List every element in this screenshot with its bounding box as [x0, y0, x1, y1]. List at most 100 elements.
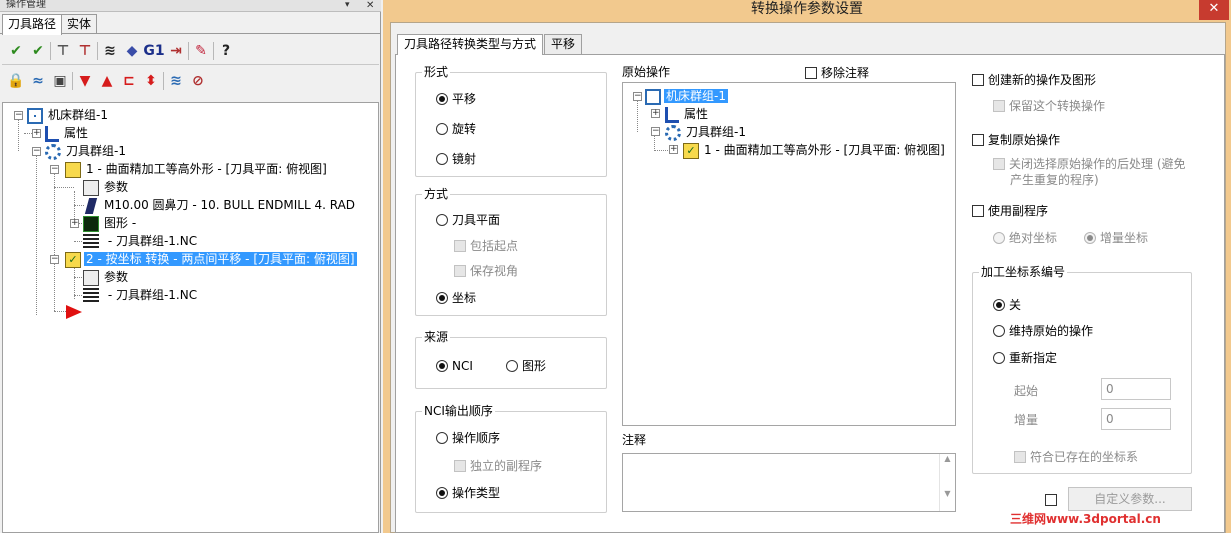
toolbar-divider [2, 64, 379, 65]
selected-operation-icon: ✓ [683, 142, 699, 159]
collapse-toggle[interactable]: − [14, 111, 23, 120]
verify-icon[interactable]: ◆ [122, 40, 142, 62]
radio-absolute[interactable]: 绝对坐标 [993, 229, 1057, 247]
orig-tree-properties[interactable]: 属性 [665, 105, 710, 123]
checkbox-include-start[interactable]: 包括起点 [454, 237, 518, 255]
tab-solids[interactable]: 实体 [61, 14, 98, 34]
checkbox-separate-subprogram[interactable]: 独立的副程序 [454, 457, 542, 475]
original-ops-tree[interactable]: − + − + 机床群组-1 属性 刀具群组-1 ✓ 1 - 曲面精加工等高外形 … [622, 82, 956, 426]
tab-translate[interactable]: 平移 [544, 34, 583, 54]
checkbox-create-new[interactable]: 创建新的操作及图形 [972, 71, 1096, 89]
radio-mirror[interactable]: 镜射 [436, 150, 476, 168]
select-all-icon[interactable]: ✔ [6, 40, 26, 62]
checkbox-use-subprogram[interactable]: 使用副程序 [972, 202, 1048, 220]
wave-icon[interactable]: ≋ [166, 70, 186, 92]
radio-wcs-off[interactable]: 关 [993, 296, 1021, 314]
tree-item-tool[interactable]: M10.00 圆鼻刀 - 10. BULL ENDMILL 4. RAD [83, 196, 357, 214]
radio-wcs-keep[interactable]: 维持原始的操作 [993, 322, 1093, 340]
operations-manager-panel: 操作管理 ▾ ✕ 刀具路径 实体 ✔ ✔ ⊤ ⊤ ≋ ◆ G1 ⇥ ✎? 🔒 ≈ ▣ ▼ ▲ ⊏ ⬍ ≋ ⊘ −… [0, 0, 381, 533]
orig-tree-machine-group[interactable]: 机床群组-1 [645, 87, 728, 105]
tab-toolpaths[interactable]: 刀具路径 [2, 14, 63, 35]
insert-arrow-icon[interactable]: ⬍ [141, 70, 161, 92]
tree-item-toolpath-group[interactable]: 刀具群组-1 [45, 142, 128, 160]
expand-toggle[interactable]: + [70, 219, 79, 228]
radio-tool-plane[interactable]: 刀具平面 [436, 211, 500, 229]
checkbox-box [972, 134, 984, 146]
increment-input[interactable]: 0 [1101, 408, 1171, 430]
radio-translate[interactable]: 平移 [436, 90, 476, 108]
start-input[interactable]: 0 [1101, 378, 1171, 400]
pin-dropdown-icon[interactable]: ▾ [345, 0, 350, 10]
high-speed-icon[interactable]: ⇥ [166, 40, 186, 62]
tree-item-machine-group[interactable]: 机床群组-1 [27, 106, 110, 124]
orig-tree-toolpath-group[interactable]: 刀具群组-1 [665, 123, 748, 141]
tree-item-nc-file[interactable]: - 刀具群组-1.NC [83, 232, 199, 250]
toggle-display-icon[interactable]: ≈ [28, 70, 48, 92]
radio-coordinates[interactable]: 坐标 [436, 289, 476, 307]
post-g1-icon[interactable]: G1 [143, 40, 164, 62]
collapse-toggle[interactable]: − [32, 147, 41, 156]
checkbox-save-view[interactable]: 保存视角 [454, 262, 518, 280]
expand-toggle[interactable]: + [669, 145, 678, 154]
regenerate-icon[interactable]: ✔ [28, 40, 48, 62]
radio-indicator [436, 360, 448, 372]
close-panel-icon[interactable]: ✕ [366, 0, 374, 11]
radio-geometry[interactable]: 图形 [506, 357, 546, 375]
delete-icon[interactable]: ✎ [191, 40, 211, 62]
radio-incremental[interactable]: 增量坐标 [1084, 229, 1148, 247]
checkbox-custom[interactable] [1045, 491, 1061, 509]
toolbar-row-1: ✔ ✔ ⊤ ⊤ ≋ ◆ G1 ⇥ ✎? [6, 40, 236, 62]
toolbar-separator [188, 42, 189, 60]
checkbox-remove-comment[interactable]: 移除注释 [805, 64, 869, 82]
move-up-icon[interactable]: ▲ [97, 70, 117, 92]
expand-toggle[interactable]: + [651, 109, 660, 118]
tree-item-parameters-2[interactable]: 参数 [83, 268, 130, 286]
help-icon[interactable]: ? [216, 40, 236, 62]
collapse-toggle[interactable]: − [50, 165, 59, 174]
tree-item-properties[interactable]: 属性 [45, 124, 90, 142]
radio-indicator [993, 232, 1005, 244]
toolbar-row-2: 🔒 ≈ ▣ ▼ ▲ ⊏ ⬍ ≋ ⊘ [6, 70, 208, 92]
tree-item-nc-file-2[interactable]: - 刀具群组-1.NC [83, 286, 199, 304]
close-button[interactable]: ✕ [1199, 0, 1229, 20]
custom-params-button[interactable]: 自定义参数... [1068, 487, 1192, 511]
tab-transform-type[interactable]: 刀具路径转换类型与方式 [397, 34, 544, 55]
orig-tree-operation-1[interactable]: ✓ 1 - 曲面精加工等高外形 - [刀具平面: 俯视图] [683, 141, 947, 159]
tree-item-geometry[interactable]: 图形 - [83, 214, 138, 232]
checkbox-box [972, 205, 984, 217]
insert-arrow-icon[interactable] [65, 304, 83, 320]
collapse-toggle[interactable]: − [50, 255, 59, 264]
collapse-toggle[interactable]: − [633, 92, 642, 101]
operations-tree[interactable]: − + − − + − 机床群组-1 属性 刀具群组-1 1 - 曲面精加工等高… [2, 102, 379, 533]
backplot-icon[interactable]: ≋ [100, 40, 120, 62]
checkbox-copy-original[interactable]: 复制原始操作 [972, 131, 1060, 149]
skip-post-icon[interactable]: ▣ [50, 70, 70, 92]
tree-item-operation-2[interactable]: ✓ 2 - 按坐标 转换 - 两点间平移 - [刀具平面: 俯视图] [65, 250, 357, 268]
checkbox-box [1014, 451, 1026, 463]
insert-after-icon[interactable]: ⊏ [119, 70, 139, 92]
radio-wcs-reassign[interactable]: 重新指定 [993, 349, 1057, 367]
tree-item-operation-1[interactable]: 1 - 曲面精加工等高外形 - [刀具平面: 俯视图] [65, 160, 329, 178]
checkbox-box [454, 240, 466, 252]
remove-toolpath-icon[interactable]: ⊤ [75, 40, 95, 62]
expand-toggle[interactable]: + [32, 129, 41, 138]
checkbox-match-existing[interactable]: 符合已存在的坐标系 [1014, 448, 1138, 466]
radio-op-order[interactable]: 操作顺序 [436, 429, 500, 447]
radio-nci[interactable]: NCI [436, 357, 473, 375]
radio-rotate[interactable]: 旋转 [436, 120, 476, 138]
tree-item-parameters[interactable]: 参数 [83, 178, 130, 196]
scroll-up-icon[interactable]: ▲ [940, 454, 955, 463]
comment-scrollbar[interactable]: ▲ ▼ [939, 454, 955, 511]
checkbox-keep-op[interactable]: 保留这个转换操作 [993, 97, 1105, 115]
scroll-down-icon[interactable]: ▼ [940, 489, 955, 498]
comment-label: 注释 [622, 433, 647, 447]
collapse-toggle[interactable]: − [651, 127, 660, 136]
source-group-title: 来源 [422, 330, 451, 344]
move-down-icon[interactable]: ▼ [75, 70, 95, 92]
nc-file-icon [83, 287, 99, 304]
regen-dirty-icon[interactable]: ⊤ [53, 40, 73, 62]
radio-op-type[interactable]: 操作类型 [436, 484, 500, 502]
comment-textarea[interactable]: ▲ ▼ [622, 453, 956, 512]
lock-icon[interactable]: 🔒 [6, 70, 26, 92]
links-icon[interactable]: ⊘ [188, 70, 208, 92]
